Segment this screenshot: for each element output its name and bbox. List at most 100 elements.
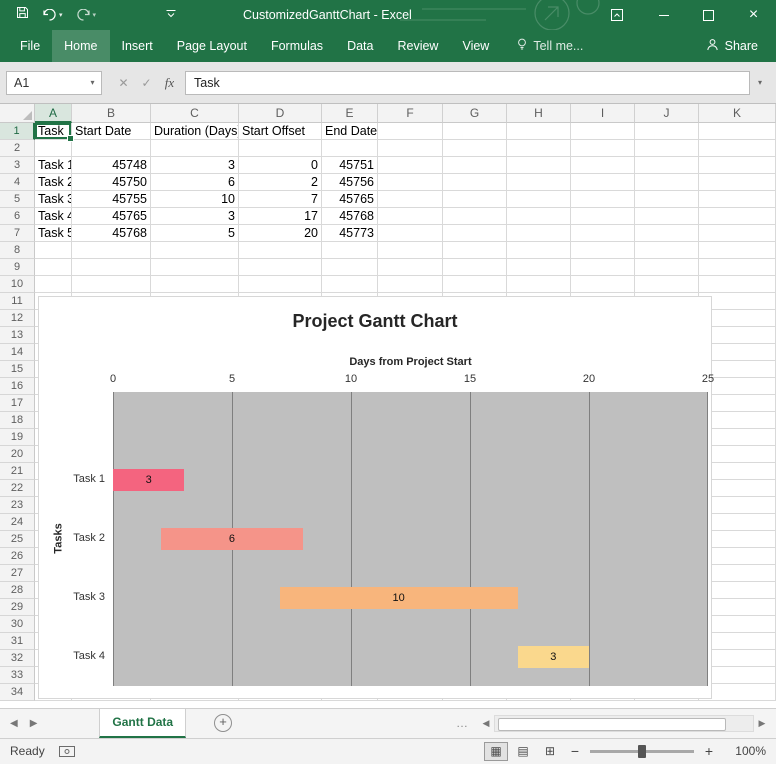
cell-B6[interactable]: 45765 bbox=[72, 208, 151, 225]
cell-H8[interactable] bbox=[507, 242, 571, 259]
cell-A5[interactable]: Task 3 bbox=[35, 191, 72, 208]
row-header-28[interactable]: 28 bbox=[0, 582, 35, 599]
cell-D7[interactable]: 20 bbox=[239, 225, 322, 242]
row-header-2[interactable]: 2 bbox=[0, 140, 35, 157]
zoom-slider-thumb[interactable] bbox=[638, 745, 646, 758]
zoom-slider[interactable] bbox=[590, 750, 694, 753]
share-button[interactable]: Share bbox=[698, 30, 766, 62]
cell-C5[interactable]: 10 bbox=[151, 191, 239, 208]
cell-H7[interactable] bbox=[507, 225, 571, 242]
scroll-right-icon[interactable]: ▶ bbox=[754, 718, 770, 729]
column-header-F[interactable]: F bbox=[378, 104, 443, 123]
redo-dropdown-icon[interactable]: ▾ bbox=[93, 11, 97, 19]
close-button[interactable]: × bbox=[731, 0, 776, 30]
column-header-D[interactable]: D bbox=[239, 104, 322, 123]
cell-E7[interactable]: 45773 bbox=[322, 225, 378, 242]
cell-J2[interactable] bbox=[635, 140, 699, 157]
cell-E5[interactable]: 45765 bbox=[322, 191, 378, 208]
row-header-20[interactable]: 20 bbox=[0, 446, 35, 463]
undo-dropdown-icon[interactable]: ▾ bbox=[59, 11, 63, 19]
cell-I4[interactable] bbox=[571, 174, 635, 191]
cell-E4[interactable]: 45756 bbox=[322, 174, 378, 191]
gantt-bar-task-3[interactable]: 10 bbox=[280, 587, 518, 609]
cell-G6[interactable] bbox=[443, 208, 507, 225]
cell-G8[interactable] bbox=[443, 242, 507, 259]
cell-A10[interactable] bbox=[35, 276, 72, 293]
row-header-1[interactable]: 1 bbox=[0, 123, 35, 140]
row-header-6[interactable]: 6 bbox=[0, 208, 35, 225]
cell-G3[interactable] bbox=[443, 157, 507, 174]
row-header-30[interactable]: 30 bbox=[0, 616, 35, 633]
cell-D9[interactable] bbox=[239, 259, 322, 276]
column-header-G[interactable]: G bbox=[443, 104, 507, 123]
ribbon-tab-review[interactable]: Review bbox=[385, 30, 450, 62]
cell-I6[interactable] bbox=[571, 208, 635, 225]
cell-E3[interactable]: 45751 bbox=[322, 157, 378, 174]
cell-I3[interactable] bbox=[571, 157, 635, 174]
cell-G4[interactable] bbox=[443, 174, 507, 191]
undo-button[interactable]: ▾ bbox=[42, 9, 63, 21]
cell-E9[interactable] bbox=[322, 259, 378, 276]
row-header-3[interactable]: 3 bbox=[0, 157, 35, 174]
cell-B7[interactable]: 45768 bbox=[72, 225, 151, 242]
ribbon-tab-view[interactable]: View bbox=[450, 30, 501, 62]
cell-I9[interactable] bbox=[571, 259, 635, 276]
name-box-dropdown-icon[interactable]: ▾ bbox=[84, 78, 101, 87]
column-header-J[interactable]: J bbox=[635, 104, 699, 123]
cell-E6[interactable]: 45768 bbox=[322, 208, 378, 225]
scrollbar-track[interactable] bbox=[494, 715, 754, 732]
row-header-5[interactable]: 5 bbox=[0, 191, 35, 208]
cell-F5[interactable] bbox=[378, 191, 443, 208]
row-header-16[interactable]: 16 bbox=[0, 378, 35, 395]
cell-J4[interactable] bbox=[635, 174, 699, 191]
row-header-27[interactable]: 27 bbox=[0, 565, 35, 582]
cell-F1[interactable] bbox=[378, 123, 443, 140]
cell-D4[interactable]: 2 bbox=[239, 174, 322, 191]
ribbon-tab-insert[interactable]: Insert bbox=[110, 30, 165, 62]
cell-K6[interactable] bbox=[699, 208, 776, 225]
column-header-K[interactable]: K bbox=[699, 104, 776, 123]
cell-F8[interactable] bbox=[378, 242, 443, 259]
cell-K3[interactable] bbox=[699, 157, 776, 174]
cell-J6[interactable] bbox=[635, 208, 699, 225]
ribbon-tab-formulas[interactable]: Formulas bbox=[259, 30, 335, 62]
cell-I1[interactable] bbox=[571, 123, 635, 140]
macro-record-icon[interactable] bbox=[59, 746, 75, 757]
enter-formula-button[interactable]: ✓ bbox=[135, 76, 158, 90]
insert-function-button[interactable]: fx bbox=[158, 75, 181, 91]
cell-J10[interactable] bbox=[635, 276, 699, 293]
row-header-29[interactable]: 29 bbox=[0, 599, 35, 616]
tell-me-box[interactable]: Tell me... bbox=[517, 30, 583, 62]
row-header-32[interactable]: 32 bbox=[0, 650, 35, 667]
previous-sheet-icon[interactable]: ◀ bbox=[10, 718, 18, 729]
cell-E2[interactable] bbox=[322, 140, 378, 157]
zoom-in-button[interactable]: + bbox=[699, 743, 719, 759]
cell-B4[interactable]: 45750 bbox=[72, 174, 151, 191]
row-header-24[interactable]: 24 bbox=[0, 514, 35, 531]
cell-D3[interactable]: 0 bbox=[239, 157, 322, 174]
next-sheet-icon[interactable]: ▶ bbox=[30, 718, 38, 729]
cell-F7[interactable] bbox=[378, 225, 443, 242]
cell-F3[interactable] bbox=[378, 157, 443, 174]
cell-A4[interactable]: Task 2 bbox=[35, 174, 72, 191]
cell-G10[interactable] bbox=[443, 276, 507, 293]
cell-K5[interactable] bbox=[699, 191, 776, 208]
cell-H1[interactable] bbox=[507, 123, 571, 140]
cell-C8[interactable] bbox=[151, 242, 239, 259]
column-header-A[interactable]: A bbox=[35, 104, 72, 123]
cell-E8[interactable] bbox=[322, 242, 378, 259]
row-header-34[interactable]: 34 bbox=[0, 684, 35, 701]
row-header-9[interactable]: 9 bbox=[0, 259, 35, 276]
ribbon-tab-page-layout[interactable]: Page Layout bbox=[165, 30, 259, 62]
page-layout-view-button[interactable]: ▤ bbox=[511, 742, 535, 761]
normal-view-button[interactable]: ▦ bbox=[484, 742, 508, 761]
gantt-chart[interactable]: Project Gantt Chart Days from Project St… bbox=[38, 296, 712, 699]
redo-button[interactable]: ▾ bbox=[76, 9, 97, 21]
minimize-button[interactable] bbox=[641, 0, 686, 30]
cell-D5[interactable]: 7 bbox=[239, 191, 322, 208]
cell-J5[interactable] bbox=[635, 191, 699, 208]
gantt-bar-task-4[interactable]: 3 bbox=[518, 646, 589, 668]
row-header-15[interactable]: 15 bbox=[0, 361, 35, 378]
row-header-4[interactable]: 4 bbox=[0, 174, 35, 191]
row-header-13[interactable]: 13 bbox=[0, 327, 35, 344]
